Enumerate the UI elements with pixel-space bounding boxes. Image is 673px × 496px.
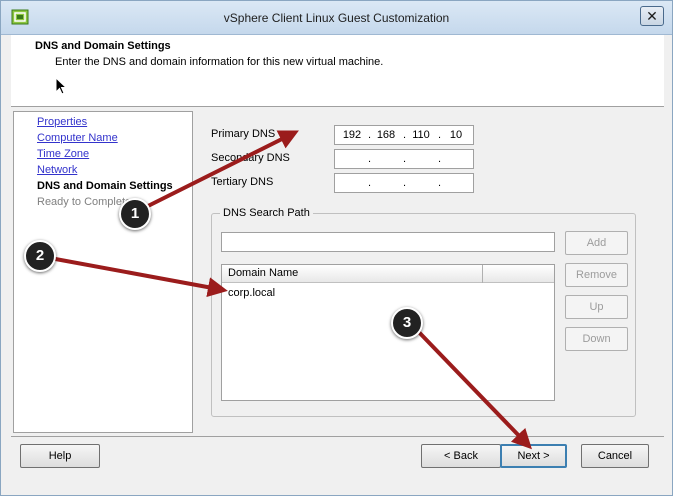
close-button[interactable]: ✕ bbox=[640, 6, 664, 26]
secondary-dns-label: Secondary DNS bbox=[211, 152, 290, 164]
page-description: Enter the DNS and domain information for… bbox=[55, 56, 384, 68]
ip-separator: . bbox=[403, 129, 407, 141]
column-separator[interactable] bbox=[482, 265, 483, 283]
page-title: DNS and Domain Settings bbox=[35, 40, 171, 52]
tertiary-dns-label: Tertiary DNS bbox=[211, 176, 274, 188]
step-network[interactable]: Network bbox=[37, 164, 77, 176]
ip-octet-4[interactable]: 10 bbox=[445, 129, 467, 141]
annotation-badge-2: 2 bbox=[24, 240, 56, 272]
search-domain-input[interactable] bbox=[221, 232, 555, 252]
secondary-dns-input[interactable]: . . . bbox=[334, 149, 474, 169]
ip-octet-3[interactable]: 110 bbox=[410, 129, 432, 141]
back-button[interactable]: < Back bbox=[421, 444, 501, 468]
dns-search-path-legend: DNS Search Path bbox=[220, 207, 313, 219]
ip-separator: . bbox=[368, 177, 372, 189]
annotation-badge-1: 1 bbox=[119, 198, 151, 230]
page-header: DNS and Domain Settings Enter the DNS an… bbox=[11, 35, 664, 107]
step-properties[interactable]: Properties bbox=[37, 116, 87, 128]
ip-separator: . bbox=[438, 153, 442, 165]
list-header: Domain Name bbox=[222, 265, 554, 283]
cancel-button[interactable]: Cancel bbox=[581, 444, 649, 468]
help-button[interactable]: Help bbox=[20, 444, 100, 468]
wizard-steps-panel: Properties Computer Name Time Zone Netwo… bbox=[13, 111, 193, 433]
move-down-button[interactable]: Down bbox=[565, 327, 628, 351]
step-ready-to-complete: Ready to Complete bbox=[37, 196, 132, 208]
domain-name-column-header[interactable]: Domain Name bbox=[228, 267, 298, 279]
ip-separator: . bbox=[438, 129, 442, 141]
ip-separator: . bbox=[368, 153, 372, 165]
ip-octet-1[interactable]: 192 bbox=[341, 129, 363, 141]
step-time-zone[interactable]: Time Zone bbox=[37, 148, 89, 160]
footer-divider bbox=[11, 436, 664, 437]
ip-separator: . bbox=[368, 129, 372, 141]
tertiary-dns-input[interactable]: . . . bbox=[334, 173, 474, 193]
window-title: vSphere Client Linux Guest Customization bbox=[223, 11, 450, 25]
domain-name-list[interactable]: Domain Name corp.local bbox=[221, 264, 555, 401]
ip-separator: . bbox=[438, 177, 442, 189]
ip-separator: . bbox=[403, 177, 407, 189]
step-dns-domain-settings: DNS and Domain Settings bbox=[37, 180, 173, 192]
title-bar: vSphere Client Linux Guest Customization… bbox=[1, 1, 672, 35]
step-computer-name[interactable]: Computer Name bbox=[37, 132, 118, 144]
remove-domain-button[interactable]: Remove bbox=[565, 263, 628, 287]
mouse-pointer-icon bbox=[55, 77, 67, 95]
add-domain-button[interactable]: Add bbox=[565, 231, 628, 255]
next-button[interactable]: Next > bbox=[500, 444, 567, 468]
close-icon: ✕ bbox=[646, 8, 658, 24]
annotation-badge-3: 3 bbox=[391, 307, 423, 339]
list-item[interactable]: corp.local bbox=[228, 287, 275, 299]
primary-dns-input[interactable]: 192 . 168 . 110 . 10 bbox=[334, 125, 474, 145]
move-up-button[interactable]: Up bbox=[565, 295, 628, 319]
wizard-window: vSphere Client Linux Guest Customization… bbox=[0, 0, 673, 496]
ip-octet-2[interactable]: 168 bbox=[375, 129, 397, 141]
ip-separator: . bbox=[403, 153, 407, 165]
primary-dns-label: Primary DNS bbox=[211, 128, 276, 140]
